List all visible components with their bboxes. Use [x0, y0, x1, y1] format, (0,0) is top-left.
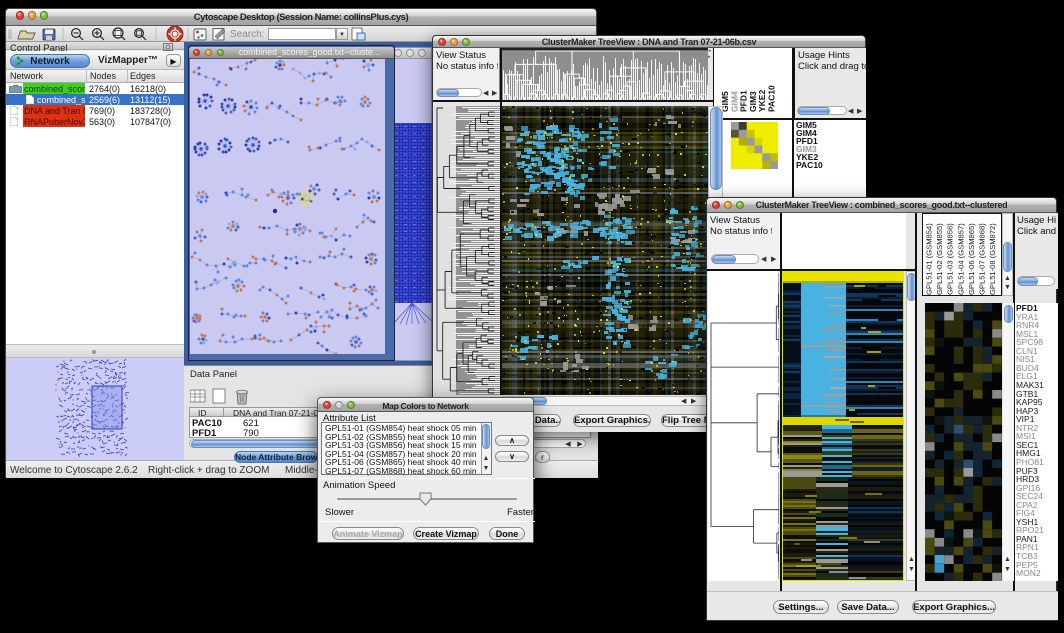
svg-text:GPL51-07 (GSM868): GPL51-07 (GSM868) — [978, 223, 987, 295]
svg-text:GPL51-03 (GSM856): GPL51-03 (GSM856) — [946, 223, 955, 295]
svg-text:GPL51-08 (GSM872): GPL51-08 (GSM872) — [988, 223, 997, 295]
svg-text:GPL51-04 (GSM857): GPL51-04 (GSM857) — [956, 223, 965, 295]
svg-text:GPL51-01 (GSM854): GPL51-01 (GSM854) — [925, 223, 934, 295]
svg-text:PAC10: PAC10 — [767, 85, 777, 112]
svg-text:GPL51-02 (GSM855): GPL51-02 (GSM855) — [935, 223, 944, 295]
svg-text:GPL51-06 (GSM865): GPL51-06 (GSM865) — [967, 223, 976, 295]
